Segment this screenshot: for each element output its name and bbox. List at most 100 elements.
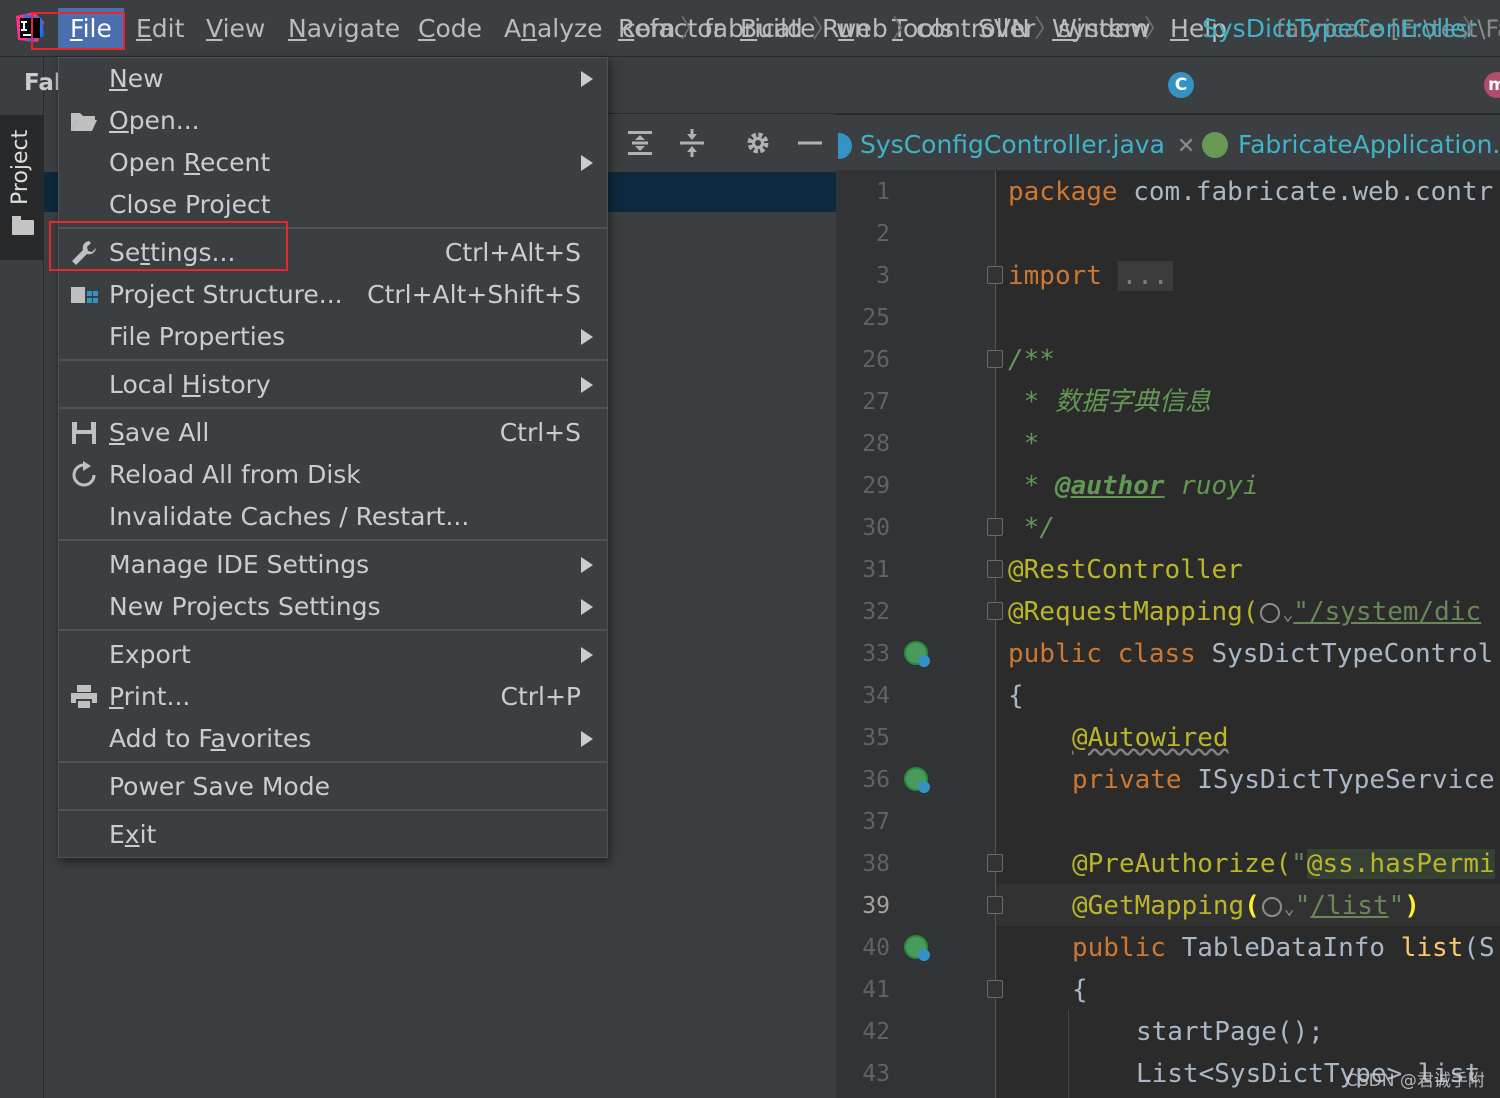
globe-icon[interactable] (1261, 896, 1282, 917)
line-number: 33 (862, 641, 890, 667)
tab-fabricateapplication[interactable]: FabricateApplication.jav (1238, 126, 1500, 164)
file-menu-item-add-to-favorites[interactable]: Add to Favorites (59, 719, 607, 759)
menu-file[interactable]: File (58, 8, 124, 50)
file-menu-item-open-recent[interactable]: Open Recent (59, 143, 607, 183)
globe-icon[interactable] (1260, 602, 1281, 623)
file-menu-item-open[interactable]: Open... (59, 101, 607, 141)
fold-collapse-icon[interactable] (987, 560, 1003, 578)
breadcrumb-item[interactable]: system (1058, 10, 1148, 48)
submenu-arrow-icon (581, 377, 593, 393)
code-line: { (1072, 975, 1088, 1005)
line-number: 27 (862, 389, 890, 415)
fold-expand-icon[interactable] (987, 266, 1003, 284)
file-menu-item-reload-all-from-disk[interactable]: Reload All from Disk (59, 455, 607, 495)
reload-icon (69, 461, 99, 489)
breadcrumb-class[interactable]: SysDictTypeController (1202, 10, 1476, 48)
breadcrumb-item[interactable]: com (622, 10, 675, 48)
code-line: @RequestMapping(⌄"/system/dic (1008, 597, 1482, 627)
spring-boot-icon (1202, 132, 1228, 158)
fold-collapse-icon[interactable] (987, 854, 1003, 872)
menu-item-shortcut: Ctrl+P (500, 682, 581, 711)
file-menu-item-project-structure[interactable]: Project Structure... Ctrl+Alt+Shift+S (59, 275, 607, 315)
request-mapping-icon[interactable] (904, 935, 930, 961)
chevron-down-icon[interactable]: ⌄ (1284, 898, 1295, 919)
menu-item-shortcut: Ctrl+Alt+S (444, 238, 581, 267)
chevron-down-icon[interactable]: ⌄ (1282, 604, 1293, 625)
watermark: CSDN @君诚手附 (1346, 1071, 1485, 1091)
code-line: { (1008, 681, 1024, 711)
submenu-arrow-icon (581, 557, 593, 573)
menu-separator (59, 809, 607, 811)
tab-sysconfigcontroller[interactable]: SysConfigController.java ✕ (838, 126, 1195, 166)
breadcrumb-item[interactable]: fabricate (704, 10, 815, 48)
fold-end-icon[interactable] (987, 518, 1003, 536)
gear-icon[interactable] (744, 129, 772, 157)
code-line: package com.fabricate.web.contr (1008, 177, 1494, 207)
file-menu-item-new[interactable]: New (59, 59, 607, 99)
menu-analyze[interactable]: Analyze (504, 10, 603, 48)
line-number: 29 (862, 473, 890, 499)
intellij-logo-icon[interactable] (14, 12, 46, 44)
code-line: */ (1008, 513, 1055, 543)
menu-code[interactable]: Code (418, 10, 482, 48)
breadcrumb-separator: 〉 (1144, 14, 1170, 43)
tab-label: SysConfigController.java (860, 130, 1165, 159)
spring-bean-icon[interactable] (904, 641, 930, 667)
file-menu-item-exit[interactable]: Exit (59, 815, 607, 855)
file-menu-item-local-history[interactable]: Local History (59, 365, 607, 405)
breadcrumb-separator: 〉 (680, 14, 706, 43)
code-line: @PreAuthorize("@ss.hasPermi (1072, 849, 1495, 879)
line-number: 31 (862, 557, 890, 583)
code-line: public class SysDictTypeControl (1008, 639, 1494, 669)
line-number: 35 (862, 725, 890, 751)
project-panel-toolbar (608, 115, 836, 170)
breadcrumb-item[interactable]: web (836, 10, 888, 48)
project-structure-icon (69, 281, 99, 309)
breadcrumb-separator: 〉 (812, 14, 838, 43)
file-menu-item-invalidate-caches-restart[interactable]: Invalidate Caches / Restart... (59, 497, 607, 537)
menu-item-shortcut: Ctrl+S (499, 418, 581, 447)
breadcrumb-separator: 〉 (1034, 14, 1060, 43)
file-menu-item-settings[interactable]: Settings... Ctrl+Alt+S (59, 233, 607, 273)
menu-edit[interactable]: Edit (136, 10, 184, 48)
menu-view[interactable]: View (206, 10, 265, 48)
file-menu-item-power-save-mode[interactable]: Power Save Mode (59, 767, 607, 807)
fold-collapse-icon[interactable] (987, 980, 1003, 998)
menu-separator (59, 359, 607, 361)
file-menu-item-export[interactable]: Export (59, 635, 607, 675)
submenu-arrow-icon (581, 599, 593, 615)
close-icon[interactable]: ✕ (1177, 134, 1195, 159)
line-number: 34 (862, 683, 890, 709)
submenu-arrow-icon (581, 647, 593, 663)
file-menu-item-new-projects-settings[interactable]: New Projects Settings (59, 587, 607, 627)
file-menu-item-print[interactable]: Print... Ctrl+P (59, 677, 607, 717)
menu-item-label: Invalidate Caches / Restart... (109, 502, 470, 531)
wrench-icon (69, 239, 99, 267)
menu-item-label: Reload All from Disk (109, 460, 361, 489)
code-line: startPage(); (1136, 1017, 1324, 1047)
menu-item-label: New Projects Settings (109, 592, 381, 621)
file-menu-item-close-project[interactable]: Close Project (59, 185, 607, 225)
fold-end-icon[interactable] (987, 896, 1003, 914)
line-number: 43 (862, 1061, 890, 1087)
line-number: 28 (862, 431, 890, 457)
expand-all-icon[interactable] (626, 129, 654, 157)
file-menu-item-save-all[interactable]: Save All Ctrl+S (59, 413, 607, 453)
fold-collapse-icon[interactable] (987, 350, 1003, 368)
collapse-all-icon[interactable] (678, 129, 706, 157)
fold-end-icon[interactable] (987, 602, 1003, 620)
folder-icon (12, 216, 34, 235)
menu-item-label: Add to Favorites (109, 724, 312, 753)
breadcrumb-separator: 〉 (892, 14, 918, 43)
hide-panel-icon[interactable] (796, 129, 824, 157)
autowired-bean-icon[interactable] (904, 767, 930, 793)
line-number: 3 (876, 263, 890, 289)
menu-navigate[interactable]: Navigate (288, 10, 400, 48)
file-menu-item-manage-ide-settings[interactable]: Manage IDE Settings (59, 545, 607, 585)
file-menu-item-file-properties[interactable]: File Properties (59, 317, 607, 357)
folded-imports[interactable]: ... (1117, 261, 1173, 291)
line-number: 38 (862, 851, 890, 877)
submenu-arrow-icon (581, 731, 593, 747)
class-icon (838, 133, 852, 159)
breadcrumb-item[interactable]: controller (916, 10, 1035, 48)
